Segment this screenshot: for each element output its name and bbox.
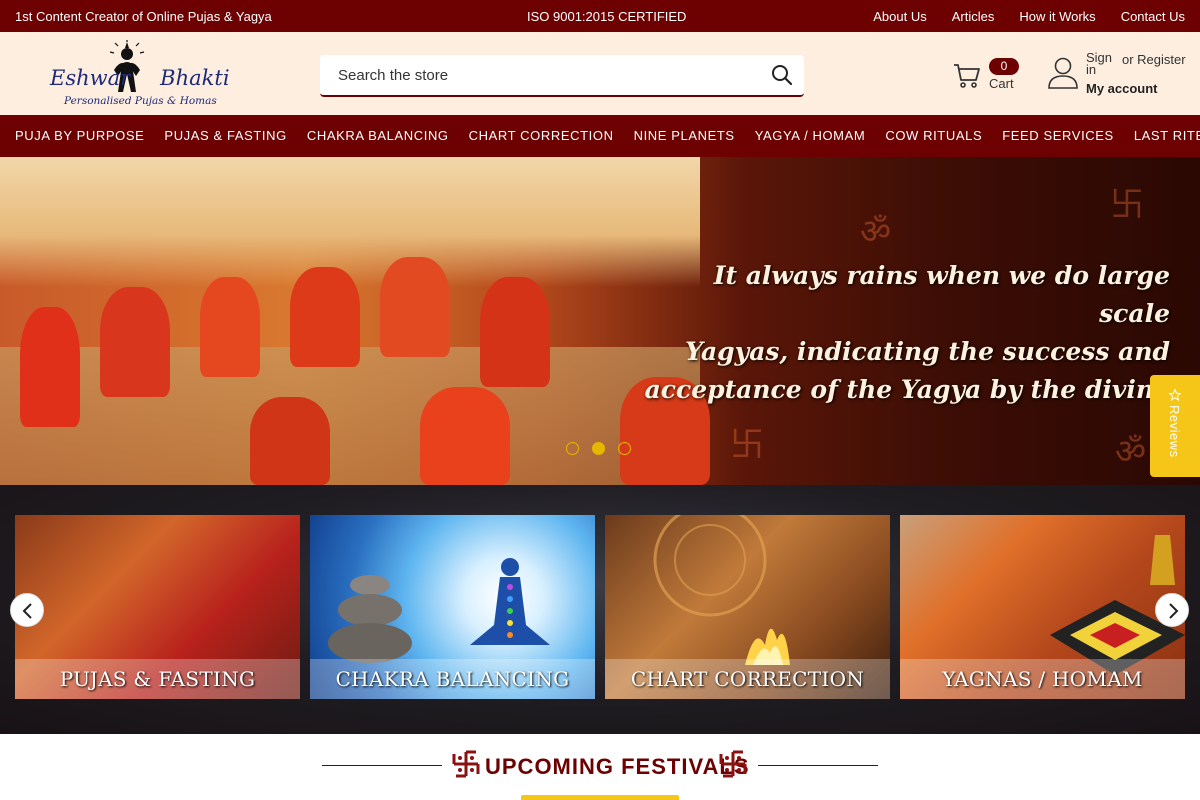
hero-image-tent xyxy=(0,157,700,287)
user-icon[interactable] xyxy=(1047,56,1079,90)
hero-figure xyxy=(420,387,510,485)
swastika-icon: 卐 xyxy=(1110,185,1144,225)
site-logo[interactable]: Eshwar Bhakti Personalised Pujas & Homas xyxy=(48,40,230,110)
cart-button[interactable]: 0 Cart xyxy=(950,56,1025,96)
my-account-link[interactable]: My account xyxy=(1086,81,1158,96)
section-title: UPCOMING FESTIVALS xyxy=(485,754,750,779)
hero-quote-line: Yagyas, indicating the success and xyxy=(685,337,1170,366)
search-input[interactable]: Search the store xyxy=(320,55,804,97)
swastika-icon: 卐 xyxy=(730,425,764,465)
chevron-left-icon xyxy=(22,603,32,619)
search-icon[interactable] xyxy=(770,63,794,92)
hero-figure xyxy=(200,277,260,377)
hero-figure xyxy=(290,267,360,367)
hero-slider[interactable]: ॐ 卐 卐 ॐ It always rains when we do large… xyxy=(0,157,1200,485)
link-contact-us[interactable]: Contact Us xyxy=(1121,9,1185,24)
site-header: Eshwar Bhakti Personalised Pujas & Homas … xyxy=(0,32,1200,115)
nav-last-rites[interactable]: LAST RITES xyxy=(1134,115,1200,157)
category-carousel: PUJAS & FASTING CHAKRA BALANCING CHART C… xyxy=(0,485,1200,734)
hero-quote-line: It always rains when we do large scale xyxy=(713,261,1170,328)
om-symbol-icon: ॐ xyxy=(860,212,892,252)
cart-icon xyxy=(954,64,980,88)
link-articles[interactable]: Articles xyxy=(952,9,995,24)
upcoming-festivals-section: UPCOMING FESTIVALS xyxy=(0,734,1200,800)
nav-puja-by-purpose[interactable]: PUJA BY PURPOSE xyxy=(15,115,144,157)
category-card-pujas-fasting[interactable]: PUJAS & FASTING xyxy=(15,515,300,699)
nav-nine-planets[interactable]: NINE PLANETS xyxy=(634,115,735,157)
nav-chart-correction[interactable]: CHART CORRECTION xyxy=(469,115,614,157)
festivals-tab-bar[interactable] xyxy=(521,795,679,800)
swastika-icon xyxy=(452,750,480,778)
category-caption: CHART CORRECTION xyxy=(605,659,890,699)
carousel-next-button[interactable] xyxy=(1155,593,1189,627)
category-card-yagnas-homam[interactable]: YAGNAS / HOMAM xyxy=(900,515,1185,699)
om-symbol-icon: ॐ xyxy=(1115,432,1147,472)
nav-pujas-fasting[interactable]: PUJAS & FASTING xyxy=(164,115,286,157)
reviews-label: Reviews xyxy=(1167,405,1182,458)
category-card-chart-correction[interactable]: CHART CORRECTION xyxy=(605,515,890,699)
slider-dots xyxy=(566,442,631,455)
register-link[interactable]: or Register xyxy=(1122,52,1186,67)
search-placeholder: Search the store xyxy=(338,67,449,84)
cart-label: Cart xyxy=(989,76,1014,91)
nav-chakra-balancing[interactable]: CHAKRA BALANCING xyxy=(307,115,449,157)
hero-figure xyxy=(100,287,170,397)
sign-in-link[interactable]: Sign in xyxy=(1086,51,1116,76)
hero-figure xyxy=(380,257,450,357)
chevron-right-icon xyxy=(1169,603,1179,619)
swastika-icon xyxy=(719,750,747,778)
hero-figure xyxy=(480,277,550,387)
nav-yagya-homam[interactable]: YAGYA / HOMAM xyxy=(755,115,866,157)
link-about-us[interactable]: About Us xyxy=(873,9,926,24)
nav-feed-services[interactable]: FEED SERVICES xyxy=(1002,115,1114,157)
hero-figure xyxy=(20,307,80,427)
divider-line xyxy=(758,765,878,766)
link-how-it-works[interactable]: How it Works xyxy=(1019,9,1095,24)
category-caption: PUJAS & FASTING xyxy=(15,659,300,699)
main-nav: PUJA BY PURPOSE PUJAS & FASTING CHAKRA B… xyxy=(0,115,1200,157)
star-icon xyxy=(1169,389,1181,401)
hero-figure xyxy=(250,397,330,485)
reviews-tab[interactable]: Reviews xyxy=(1150,375,1200,477)
logo-tagline: Personalised Pujas & Homas xyxy=(64,95,217,107)
divider-line xyxy=(322,765,442,766)
carousel-prev-button[interactable] xyxy=(10,593,44,627)
cart-count-badge: 0 xyxy=(989,58,1019,75)
logo-brand-right: Bhakti xyxy=(160,66,230,90)
hero-quote: It always rains when we do large scale Y… xyxy=(640,257,1170,409)
site-tagline: 1st Content Creator of Online Pujas & Ya… xyxy=(15,9,272,24)
slider-dot-3[interactable] xyxy=(618,442,631,455)
logo-brand-left: Eshwar xyxy=(50,66,131,90)
category-caption: CHAKRA BALANCING xyxy=(310,659,595,699)
category-card-chakra-balancing[interactable]: CHAKRA BALANCING xyxy=(310,515,595,699)
nav-cow-rituals[interactable]: COW RITUALS xyxy=(885,115,982,157)
top-bar: 1st Content Creator of Online Pujas & Ya… xyxy=(0,0,1200,32)
account-area: Sign in or Register My account xyxy=(1046,51,1196,102)
hero-quote-line: acceptance of the Yagya by the divine xyxy=(644,375,1170,404)
category-caption: YAGNAS / HOMAM xyxy=(900,659,1185,699)
top-links: About Us Articles How it Works Contact U… xyxy=(873,9,1185,24)
slider-dot-1[interactable] xyxy=(566,442,579,455)
slider-dot-2[interactable] xyxy=(592,442,605,455)
iso-certification: ISO 9001:2015 CERTIFIED xyxy=(527,9,687,24)
